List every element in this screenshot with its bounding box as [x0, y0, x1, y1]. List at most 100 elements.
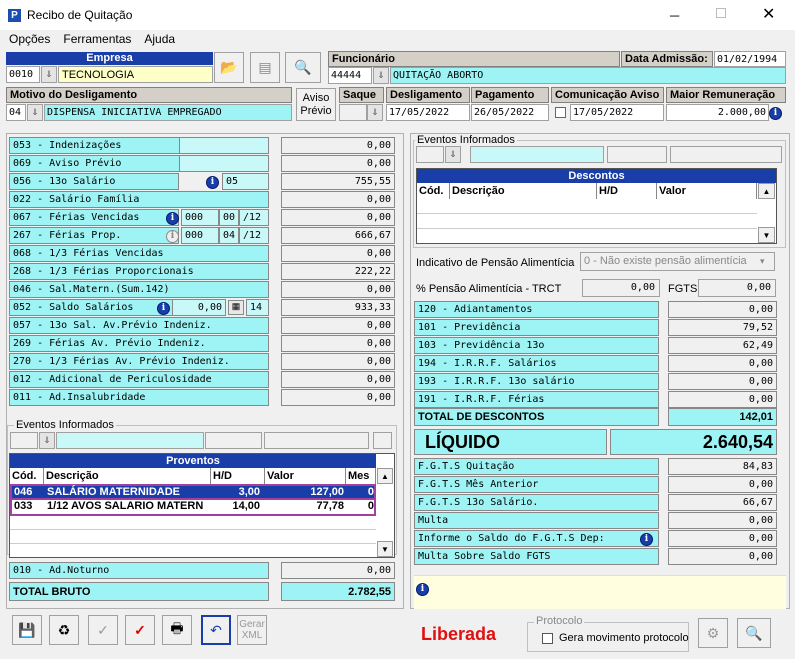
window-title: Recibo de Quitação: [27, 8, 133, 22]
motivo-code[interactable]: 04: [6, 104, 26, 121]
search-tool-button[interactable]: 🔍: [737, 618, 771, 648]
aviso-line2: Prévio: [300, 105, 332, 117]
comunicacao-date[interactable]: 17/05/2022: [570, 104, 664, 121]
admissao-date[interactable]: 01/02/1994: [714, 51, 786, 67]
motivo-dropdown-icon[interactable]: ⇓: [27, 104, 43, 121]
descontos-scroll-down[interactable]: ▼: [758, 227, 775, 243]
aviso-previo-button[interactable]: Aviso Prévio: [296, 88, 336, 121]
saque-dropdown-icon[interactable]: ⇓: [367, 104, 383, 121]
fgts-value-3: 0,00: [668, 512, 777, 529]
eventos-left-field4[interactable]: [373, 432, 392, 449]
remuneracao-value[interactable]: 2.000,00: [666, 104, 769, 121]
calculator-icon[interactable]: ▦: [228, 300, 244, 315]
empresa-name[interactable]: TECNOLOGIA: [58, 66, 213, 83]
provento-extra1-5[interactable]: 000: [181, 227, 219, 244]
provento-extra2-4[interactable]: 00: [219, 209, 239, 226]
print-button[interactable]: 🖶: [162, 615, 192, 645]
fgts-saldo-info-icon[interactable]: i: [640, 532, 653, 546]
provento-info-icon-2[interactable]: i: [206, 175, 219, 189]
desligamento-label: Desligamento: [386, 87, 470, 103]
provento-extra1-9[interactable]: 0,00: [172, 299, 226, 316]
proventos-header-hd: H/D: [211, 468, 265, 484]
protocolo-label: Protocolo: [534, 615, 585, 627]
proventos-scroll-up[interactable]: ▲: [377, 468, 393, 484]
comunicacao-checkbox[interactable]: [555, 107, 566, 118]
eventos-right-dropdown-icon[interactable]: ⇓: [445, 146, 461, 163]
row-valor: 77,78: [316, 500, 344, 512]
table-row[interactable]: 046 SALÁRIO MATERNIDADE 3,00 127,00 0: [10, 484, 376, 500]
protocolo-checkbox-label: Gera movimento protocolo: [559, 632, 689, 644]
settings-gear-button[interactable]: ⚙: [698, 618, 728, 648]
fgts-value[interactable]: 0,00: [698, 279, 776, 297]
provento-extra3-4: /12: [239, 209, 269, 226]
pensao-trct-value[interactable]: 0,00: [582, 279, 660, 297]
pensao-select[interactable]: 0 - Não existe pensão alimentícia: [580, 252, 775, 271]
remuneracao-label: Maior Remuneração: [666, 87, 786, 103]
provento-info-icon-5[interactable]: i: [166, 229, 179, 243]
funcionario-dropdown-icon[interactable]: ⇓: [373, 67, 389, 84]
provento-label-5: 267 - Férias Prop.: [9, 227, 179, 244]
desconto-label-5: 191 - I.R.R.F. Férias: [414, 391, 659, 408]
empresa-dropdown-icon[interactable]: ⇓: [41, 66, 57, 83]
table-row[interactable]: 033 1/12 AVOS SALARIO MATERN 14,00 77,78…: [10, 500, 376, 516]
eventos-left-name[interactable]: [56, 432, 204, 449]
eventos-left-field3[interactable]: [264, 432, 369, 449]
motivo-value[interactable]: DISPENSA INICIATIVA EMPREGADO: [44, 104, 292, 121]
desconto-label-1: 101 - Previdência: [414, 319, 659, 336]
eventos-left-dropdown-icon[interactable]: ⇓: [39, 432, 55, 449]
provento-info-icon-4[interactable]: i: [166, 211, 179, 225]
eventos-right-code[interactable]: [416, 146, 444, 163]
eventos-left-code[interactable]: [10, 432, 38, 449]
pagamento-label: Pagamento: [471, 87, 549, 103]
empresa-label: Empresa: [6, 52, 213, 65]
minimize-button[interactable]: ─: [670, 8, 679, 23]
menu-ajuda[interactable]: Ajuda: [144, 32, 175, 46]
provento-extra1-4[interactable]: 000: [181, 209, 219, 226]
fgts-value-5: 0,00: [668, 548, 777, 565]
provento-extra-0: [179, 137, 269, 154]
confirm-gray-button[interactable]: ✓: [88, 615, 118, 645]
provento-value-1: 0,00: [281, 155, 395, 172]
funcionario-name[interactable]: QUITAÇÃO ABORTO: [390, 67, 786, 84]
undo-button[interactable]: ↶: [201, 615, 231, 645]
menu-ferramentas[interactable]: Ferramentas: [63, 32, 131, 46]
row-desc: 1/12 AVOS SALARIO MATERN: [47, 500, 204, 512]
desconto-value-1: 79,52: [668, 319, 777, 336]
empresa-code[interactable]: 0010: [6, 66, 40, 83]
maximize-button[interactable]: [716, 8, 726, 18]
desconto-value-2: 62,49: [668, 337, 777, 354]
desligamento-date[interactable]: 17/05/2022: [386, 104, 470, 121]
pensao-dropdown-icon[interactable]: ▾: [760, 256, 765, 267]
descontos-scroll-up[interactable]: ▲: [758, 183, 775, 199]
provento-extra2-9[interactable]: 14: [246, 299, 269, 316]
proventos-scroll-down[interactable]: ▼: [377, 541, 393, 557]
provento-value-3: 0,00: [281, 191, 395, 208]
eventos-right-field2[interactable]: [607, 146, 667, 163]
remuneracao-info-icon[interactable]: i: [769, 106, 782, 120]
gerar-xml-button[interactable]: Gerar XML: [237, 615, 267, 645]
title-bar: P Recibo de Quitação ─ ✕: [0, 0, 795, 30]
menu-opcoes[interactable]: Opções: [9, 32, 50, 46]
recycle-button[interactable]: ♻: [49, 615, 79, 645]
close-button[interactable]: ✕: [762, 4, 775, 24]
provento-info-icon-9[interactable]: i: [157, 301, 170, 315]
protocolo-checkbox[interactable]: [542, 633, 553, 644]
confirm-red-button[interactable]: ✓: [125, 615, 155, 645]
provento-value-10: 0,00: [281, 317, 395, 334]
fgts-label-0: F.G.T.S Quitação: [414, 458, 659, 475]
provento-extra2-5[interactable]: 04: [219, 227, 239, 244]
provento-label-7: 268 - 1/3 Férias Proporcionais: [9, 263, 269, 280]
saque-field[interactable]: [339, 104, 367, 121]
open-folder-button[interactable]: 📂: [214, 52, 244, 83]
pagamento-date[interactable]: 26/05/2022: [471, 104, 549, 121]
eventos-left-field2[interactable]: [205, 432, 262, 449]
eventos-right-name[interactable]: [470, 146, 604, 163]
eventos-right-field3[interactable]: [670, 146, 782, 163]
save-button[interactable]: 💾: [12, 615, 42, 645]
desconto-value-5: 0,00: [668, 391, 777, 408]
provento-extra-2[interactable]: 05: [222, 173, 269, 190]
search-employee-button[interactable]: 🔍: [285, 52, 321, 83]
funcionario-code[interactable]: 44444: [328, 67, 372, 84]
document-button[interactable]: ▤: [250, 52, 280, 83]
gerar-xml-line2: XML: [241, 630, 263, 641]
